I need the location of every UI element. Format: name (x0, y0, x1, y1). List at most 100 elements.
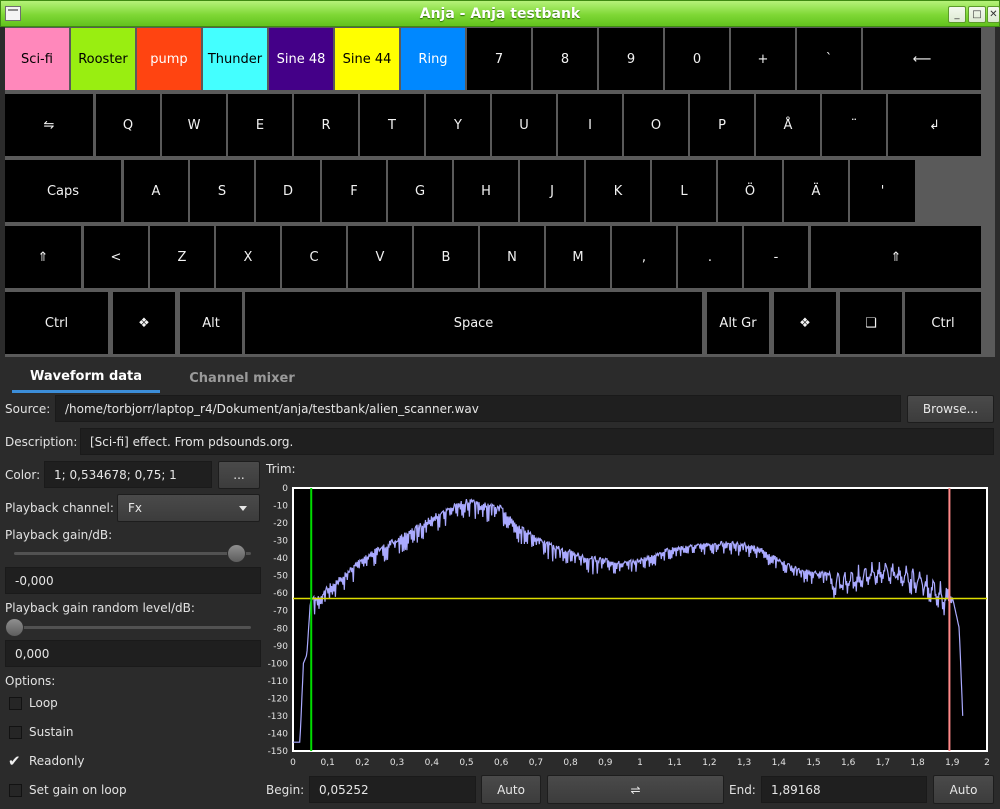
key-symbol-0-12[interactable]: ` (797, 28, 861, 90)
begin-field[interactable]: 0,05252 (309, 776, 476, 803)
shift-key[interactable]: ⇑ (811, 226, 981, 288)
key-z[interactable]: Z (150, 226, 214, 288)
swap-markers-button[interactable]: ⇌ (547, 775, 724, 804)
color-field[interactable]: 1; 0,534678; 0,75; 1 (44, 461, 212, 488)
begin-auto-button[interactable]: Auto (481, 775, 541, 804)
option-readonly-checkbox[interactable]: ✔ (8, 754, 22, 769)
source-label: Source: (5, 402, 51, 416)
chevron-down-icon (239, 506, 247, 511)
key-i[interactable]: I (558, 94, 622, 156)
end-auto-button[interactable]: Auto (933, 775, 994, 804)
key-u[interactable]: U (492, 94, 556, 156)
key-ring[interactable]: Ring (401, 28, 465, 90)
key-k[interactable]: K (586, 160, 650, 222)
key-t[interactable]: T (360, 94, 424, 156)
key-d[interactable]: D (256, 160, 320, 222)
tab-channel-mixer[interactable]: Channel mixer (175, 363, 309, 393)
key-symbol-1-11[interactable]: Å (756, 94, 820, 156)
backspace-key[interactable]: ⟵ (863, 28, 981, 90)
tab-key[interactable]: ⇋ (5, 94, 93, 156)
close-button[interactable]: ✕ (987, 6, 1000, 23)
key-w[interactable]: W (162, 94, 226, 156)
window-title: Anja - Anja testbank (419, 5, 581, 22)
key-a[interactable]: A (124, 160, 188, 222)
maximize-button[interactable]: □ (968, 6, 986, 23)
key-symbol-2-10[interactable]: Ö (718, 160, 782, 222)
key-pump[interactable]: pump (137, 28, 201, 90)
x-tick-label: 0,6 (494, 758, 509, 768)
option-set-gain-on-loop-checkbox[interactable] (9, 784, 22, 797)
y-tick-label: -10 (273, 502, 288, 512)
key-symbol-3-1[interactable]: < (84, 226, 148, 288)
y-tick-label: -20 (273, 519, 288, 529)
key-e[interactable]: E (228, 94, 292, 156)
enter-key[interactable]: ↲ (888, 94, 981, 156)
key-b[interactable]: B (414, 226, 478, 288)
trim-waveform-plot[interactable]: 0 -10 -20 -30 -40 -50 -60 -70 -80 -90 -100 -110 -120… (266, 480, 992, 770)
key-scifi[interactable]: Sci-fi (5, 28, 69, 90)
key-9[interactable]: 9 (599, 28, 663, 90)
y-tick-label: -90 (273, 642, 288, 652)
gain-value-field[interactable]: -0,000 (5, 567, 261, 594)
source-field[interactable]: /home/torbjorr/laptop_r4/Dokument/anja/t… (55, 395, 901, 422)
key-alt[interactable]: Alt (180, 292, 242, 354)
gain-random-value-field[interactable]: 0,000 (5, 640, 261, 667)
option-loop-checkbox[interactable] (9, 697, 22, 710)
key-v[interactable]: V (348, 226, 412, 288)
key-n[interactable]: N (480, 226, 544, 288)
key-sine48[interactable]: Sine 48 (269, 28, 333, 90)
key-symbol-0-11[interactable]: + (731, 28, 795, 90)
key-x[interactable]: X (216, 226, 280, 288)
key-symbol-1-12[interactable]: ¨ (822, 94, 886, 156)
description-field[interactable]: [Sci-fi] effect. From pdsounds.org. (80, 428, 994, 455)
key-ctrl[interactable]: Ctrl (905, 292, 981, 354)
key-ctrl[interactable]: Ctrl (5, 292, 108, 354)
key-c[interactable]: C (282, 226, 346, 288)
gain-random-slider-handle[interactable] (5, 618, 24, 637)
gain-slider-handle[interactable] (226, 544, 246, 563)
key-7[interactable]: 7 (467, 28, 531, 90)
trim-waveform-svg[interactable]: 0 -10 -20 -30 -40 -50 -60 -70 -80 -90 -100 -110 -120… (266, 480, 992, 770)
key-symbol-2-11[interactable]: Ä (784, 160, 848, 222)
key-s[interactable]: S (190, 160, 254, 222)
key-f[interactable]: F (322, 160, 386, 222)
shift-key[interactable]: ⇑ (5, 226, 81, 288)
key-symbol-2-12[interactable]: ' (850, 160, 915, 222)
key-space[interactable]: Space (245, 292, 702, 354)
key-o[interactable]: O (624, 94, 688, 156)
menu-key[interactable]: ❑ (840, 292, 902, 354)
end-field[interactable]: 1,89168 (761, 776, 927, 803)
key-r[interactable]: R (294, 94, 358, 156)
options-label: Options: (5, 674, 56, 688)
super-key[interactable]: ❖ (774, 292, 836, 354)
key-symbol-3-11[interactable]: - (744, 226, 808, 288)
key-g[interactable]: G (388, 160, 452, 222)
option-sustain-checkbox[interactable] (9, 726, 22, 739)
playback-channel-select[interactable]: Fx (117, 494, 260, 522)
key-rooster[interactable]: Rooster (71, 28, 135, 90)
browse-button[interactable]: Browse... (907, 395, 994, 423)
key-altgr[interactable]: Alt Gr (707, 292, 769, 354)
color-picker-button[interactable]: ... (218, 461, 260, 489)
super-key[interactable]: ❖ (113, 292, 175, 354)
key-symbol-3-9[interactable]: , (612, 226, 676, 288)
key-thunder[interactable]: Thunder (203, 28, 267, 90)
key-q[interactable]: Q (96, 94, 160, 156)
window-menu-button[interactable] (5, 6, 21, 21)
key-j[interactable]: J (520, 160, 584, 222)
tab-waveform-data[interactable]: Waveform data (12, 363, 160, 393)
key-symbol-3-10[interactable]: . (678, 226, 742, 288)
x-tick-label: 0,2 (355, 758, 369, 768)
y-tick-label: -130 (268, 712, 289, 722)
key-caps[interactable]: Caps (5, 160, 121, 222)
y-tick-label: 0 (282, 484, 288, 494)
key-l[interactable]: L (652, 160, 716, 222)
minimize-button[interactable]: _ (948, 6, 966, 23)
key-sine44[interactable]: Sine 44 (335, 28, 399, 90)
key-y[interactable]: Y (426, 94, 490, 156)
key-m[interactable]: M (546, 226, 610, 288)
key-p[interactable]: P (690, 94, 754, 156)
key-0[interactable]: 0 (665, 28, 729, 90)
key-8[interactable]: 8 (533, 28, 597, 90)
key-h[interactable]: H (454, 160, 518, 222)
